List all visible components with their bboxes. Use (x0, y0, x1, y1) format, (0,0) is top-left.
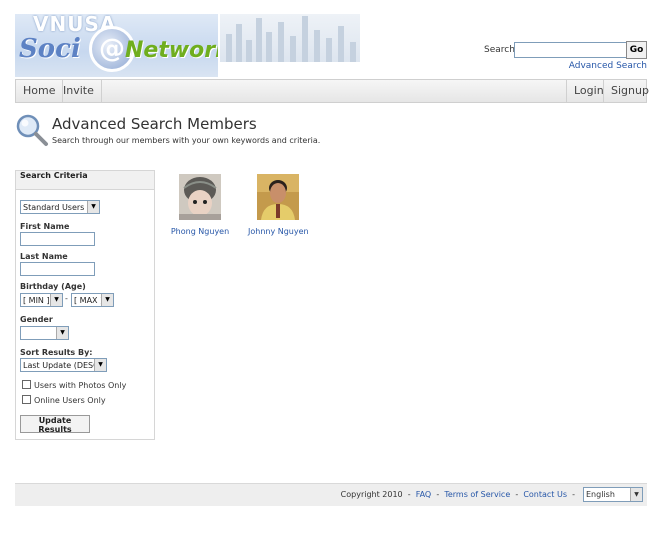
user-type-select[interactable]: Standard Users ▼ (20, 200, 100, 214)
contact-link[interactable]: Contact Us (523, 490, 567, 499)
online-only-option[interactable]: Online Users Only (22, 395, 106, 405)
magnifier-icon (16, 114, 48, 146)
site-logo[interactable]: VNUSA Soci @ Network (15, 14, 218, 77)
language-select[interactable]: English ▼ (583, 487, 643, 502)
advanced-search-link[interactable]: Advanced Search (569, 61, 647, 71)
gender-select[interactable]: ▼ (20, 326, 69, 340)
search-label: Search: (484, 45, 518, 55)
go-button[interactable]: Go (626, 41, 647, 59)
sort-value: Last Update (DESC) (23, 361, 102, 370)
logo-text-network: Network (125, 38, 218, 63)
chevron-down-icon: ▼ (101, 294, 113, 306)
photos-only-option[interactable]: Users with Photos Only (22, 380, 126, 390)
chevron-down-icon: ▼ (94, 359, 106, 371)
photos-only-checkbox[interactable] (22, 380, 31, 389)
online-only-checkbox[interactable] (22, 395, 31, 404)
logo-text-social: Soci (19, 34, 81, 64)
chevron-down-icon: ▼ (87, 201, 99, 213)
member-card[interactable]: Phong Nguyen (170, 174, 230, 236)
chevron-down-icon: ▼ (50, 294, 62, 306)
nav-signup[interactable]: Signup (603, 80, 656, 102)
faq-link[interactable]: FAQ (416, 490, 432, 499)
criteria-heading: Search Criteria (16, 171, 154, 190)
member-name-link[interactable]: Johnny Nguyen (248, 227, 309, 236)
age-max-value: [ MAX ] (74, 296, 104, 305)
age-max-select[interactable]: [ MAX ] ▼ (71, 293, 114, 307)
user-type-value: Standard Users (23, 203, 85, 212)
update-results-button[interactable]: Update Results (20, 415, 90, 434)
page-subtitle: Search through our members with your own… (52, 136, 321, 145)
member-photo[interactable] (257, 174, 299, 220)
main-nav: Home Invite Login Signup (15, 79, 649, 103)
search-criteria-panel: Search Criteria Standard Users ▼ First N… (15, 170, 155, 440)
sort-label: Sort Results By: (20, 348, 93, 357)
copyright-text: Copyright 2010 (340, 490, 403, 499)
footer-separator: - (515, 490, 519, 499)
online-only-label: Online Users Only (34, 396, 106, 405)
nav-invite[interactable]: Invite (56, 80, 102, 102)
member-name-link[interactable]: Phong Nguyen (170, 227, 230, 236)
member-photo[interactable] (179, 174, 221, 220)
first-name-label: First Name (20, 222, 70, 231)
footer-separator: - (407, 490, 411, 499)
chevron-down-icon: ▼ (630, 488, 642, 501)
first-name-field[interactable] (20, 232, 95, 246)
chevron-down-icon: ▼ (56, 327, 68, 339)
member-card[interactable]: Johnny Nguyen (248, 174, 309, 236)
footer-separator: - (572, 490, 575, 499)
sort-select[interactable]: Last Update (DESC) ▼ (20, 358, 107, 372)
age-min-value: [ MIN ] (23, 296, 50, 305)
search-input[interactable] (514, 42, 628, 58)
language-value: English (586, 490, 615, 499)
photos-only-label: Users with Photos Only (34, 381, 127, 390)
age-min-select[interactable]: [ MIN ] ▼ (20, 293, 63, 307)
footer: Copyright 2010 - FAQ - Terms of Service … (15, 483, 647, 506)
birthday-label: Birthday (Age) (20, 282, 86, 291)
terms-link[interactable]: Terms of Service (444, 490, 510, 499)
last-name-field[interactable] (20, 262, 95, 276)
skyline-banner-image (220, 14, 360, 62)
age-separator: - (65, 294, 68, 303)
last-name-label: Last Name (20, 252, 68, 261)
footer-separator: - (436, 490, 440, 499)
page-title: Advanced Search Members (52, 115, 257, 133)
footer-links: Copyright 2010 - FAQ - Terms of Service … (341, 490, 575, 499)
gender-label: Gender (20, 315, 53, 324)
